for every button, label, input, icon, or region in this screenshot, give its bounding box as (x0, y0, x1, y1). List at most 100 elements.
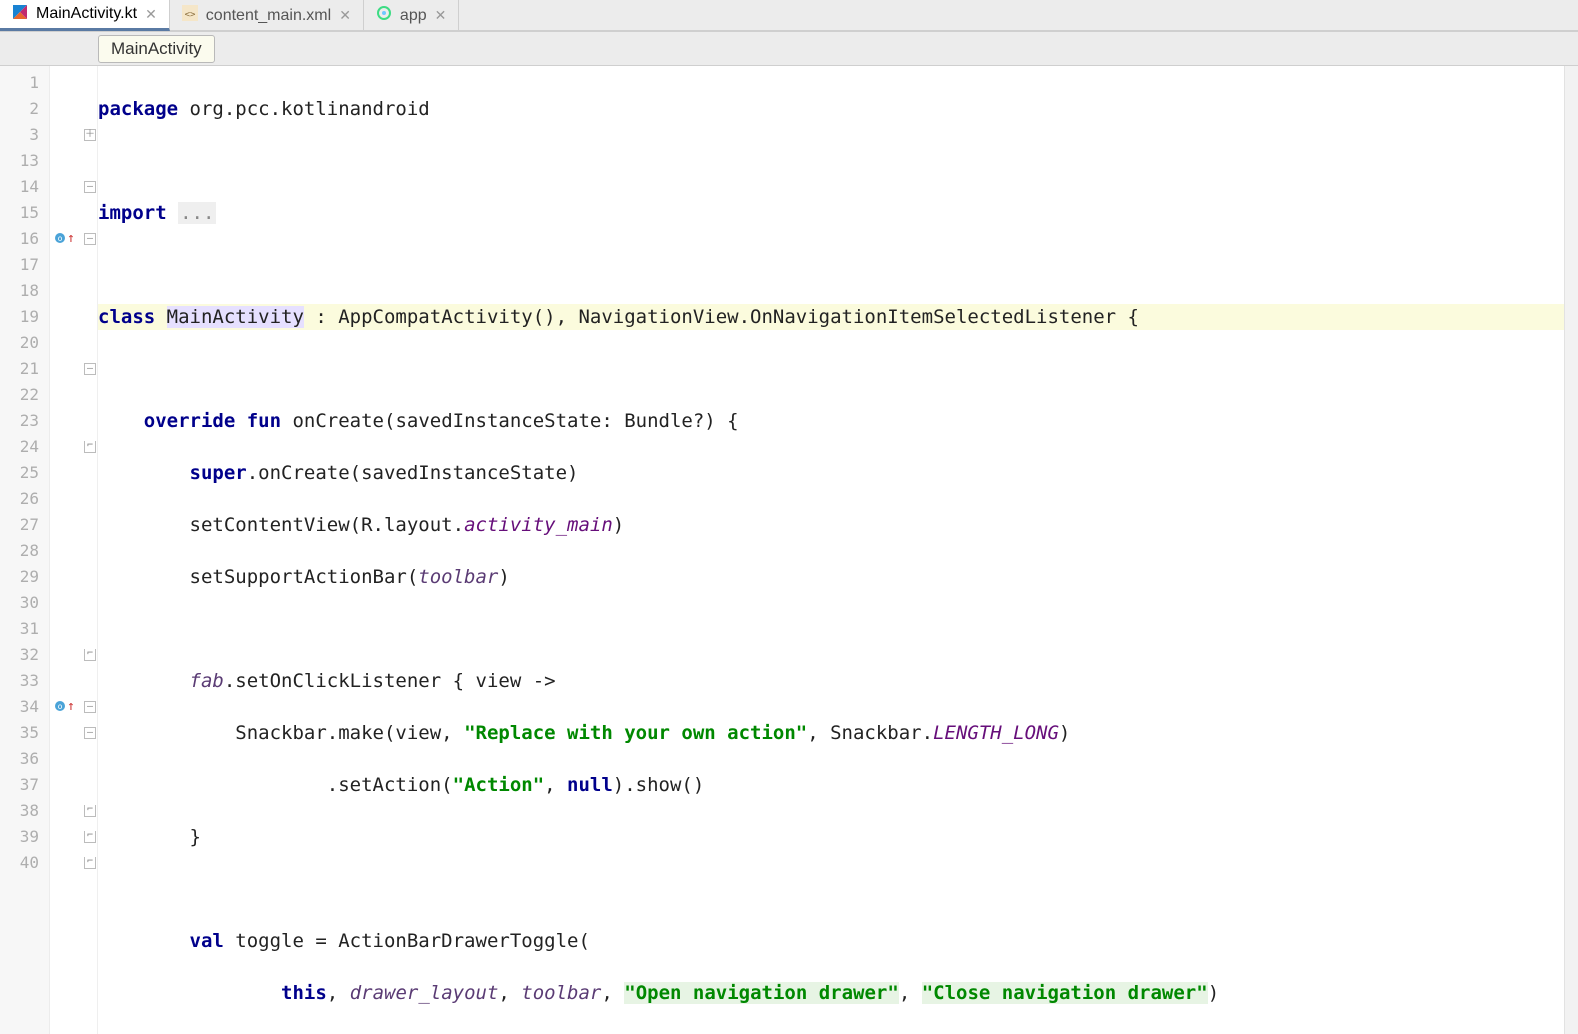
string-literal: "Close navigation drawer" (922, 982, 1208, 1004)
call: Snackbar.make(view, (235, 722, 464, 744)
keyword-class: class (98, 306, 167, 328)
line-number: 31 (0, 616, 39, 642)
fold-end-icon[interactable]: ⌐ (50, 850, 98, 876)
line-number: 14 (0, 174, 39, 200)
line-number: 20 (0, 330, 39, 356)
close-icon[interactable]: ✕ (339, 7, 351, 24)
fold-collapse-icon[interactable]: – (50, 174, 98, 200)
icon-gutter: ＋ – o ↑ – – ⌐ ⌐ o ↑ – – ⌐ ⌐ ⌐ (50, 66, 98, 1034)
brace: } (190, 826, 201, 848)
package-path: org.pcc.kotlinandroid (178, 98, 430, 120)
fold-end-icon[interactable]: ⌐ (50, 642, 98, 668)
keyword-super: super (190, 462, 247, 484)
tab-label: MainActivity.kt (36, 5, 137, 23)
call: .setAction( (327, 774, 453, 796)
editor-tabbar: MainActivity.kt ✕ <> content_main.xml ✕ … (0, 0, 1578, 32)
string-literal: "Replace with your own action" (464, 722, 807, 744)
line-number: 25 (0, 460, 39, 486)
android-module-icon (376, 5, 392, 26)
kotlin-file-icon (12, 4, 28, 25)
line-number: 22 (0, 382, 39, 408)
line-number: 37 (0, 772, 39, 798)
synthetic-view: drawer_layout (350, 982, 499, 1004)
line-number: 19 (0, 304, 39, 330)
function-signature: (savedInstanceState: Bundle?) { (384, 410, 739, 432)
line-number: 3 (0, 122, 39, 148)
line-number: 35 (0, 720, 39, 746)
breadcrumb-bar: MainActivity (0, 32, 1578, 66)
xml-file-icon: <> (182, 5, 198, 26)
function-name: onCreate (292, 410, 384, 432)
string-literal: "Action" (453, 774, 545, 796)
line-number: 13 (0, 148, 39, 174)
line-number: 36 (0, 746, 39, 772)
code-canvas[interactable]: package org.pcc.kotlinandroid import ...… (98, 66, 1564, 1034)
tab-app[interactable]: app ✕ (364, 0, 459, 31)
tab-main-activity-kt[interactable]: MainActivity.kt ✕ (0, 0, 170, 31)
line-number: 39 (0, 824, 39, 850)
tab-label: app (400, 7, 427, 25)
line-number: 33 (0, 668, 39, 694)
line-number: 26 (0, 486, 39, 512)
line-number: 16 (0, 226, 39, 252)
folded-imports[interactable]: ... (178, 202, 216, 224)
line-number: 34 (0, 694, 39, 720)
line-number: 2 (0, 96, 39, 122)
keyword-package: package (98, 98, 178, 120)
call: .setOnClickListener { view -> (224, 670, 556, 692)
line-number: 1 (0, 70, 39, 96)
keyword-null: null (567, 774, 613, 796)
class-name: MainActivity (167, 306, 304, 328)
line-number: 29 (0, 564, 39, 590)
call: setSupportActionBar( (190, 566, 419, 588)
string-literal: "Open navigation drawer" (624, 982, 899, 1004)
svg-text:o: o (58, 234, 63, 243)
synthetic-view: toolbar (521, 982, 601, 1004)
override-marker-icon[interactable]: o ↑ – (50, 226, 98, 252)
fold-end-icon[interactable]: ⌐ (50, 824, 98, 850)
keyword-this: this (281, 982, 327, 1004)
class-signature: : AppCompatActivity(), NavigationView.On… (304, 306, 1139, 328)
close-icon[interactable]: ✕ (435, 7, 447, 24)
keyword-override: override (144, 410, 236, 432)
ide-editor-root: MainActivity.kt ✕ <> content_main.xml ✕ … (0, 0, 1578, 1034)
fold-end-icon[interactable]: ⌐ (50, 434, 98, 460)
line-number: 38 (0, 798, 39, 824)
tab-content-main-xml[interactable]: <> content_main.xml ✕ (170, 0, 364, 31)
tab-label: content_main.xml (206, 7, 331, 25)
svg-text:<>: <> (184, 10, 195, 20)
up-arrow-icon: ↑ (67, 226, 75, 252)
line-number: 32 (0, 642, 39, 668)
line-number-gutter: 1 2 3 13 14 15 16 17 18 19 20 21 22 23 2… (0, 66, 50, 1034)
line-number: 18 (0, 278, 39, 304)
keyword-fun: fun (235, 410, 292, 432)
keyword-val: val (190, 930, 236, 952)
call: .onCreate(savedInstanceState) (247, 462, 579, 484)
call: toggle = ActionBarDrawerToggle( (235, 930, 590, 952)
fold-expand-icon[interactable]: ＋ (50, 122, 98, 148)
resource-ref: activity_main (464, 514, 613, 536)
override-marker-icon[interactable]: o ↑ – (50, 694, 98, 720)
close-icon[interactable]: ✕ (145, 6, 157, 23)
line-number: 27 (0, 512, 39, 538)
svg-text:o: o (58, 702, 63, 711)
up-arrow-icon: ↑ (67, 694, 75, 720)
line-number: 24 (0, 434, 39, 460)
fold-collapse-icon[interactable]: – (50, 720, 98, 746)
breadcrumb[interactable]: MainActivity (98, 35, 215, 63)
fold-collapse-icon[interactable]: – (50, 356, 98, 382)
line-number: 30 (0, 590, 39, 616)
line-number: 28 (0, 538, 39, 564)
line-number: 23 (0, 408, 39, 434)
keyword-import: import (98, 202, 178, 224)
line-number: 40 (0, 850, 39, 876)
synthetic-view: toolbar (418, 566, 498, 588)
fold-end-icon[interactable]: ⌐ (50, 798, 98, 824)
call: setContentView(R.layout. (190, 514, 465, 536)
constant: LENGTH_LONG (933, 722, 1059, 744)
synthetic-view: fab (190, 670, 224, 692)
editor-scrollbar[interactable] (1564, 66, 1578, 1034)
line-number: 17 (0, 252, 39, 278)
line-number: 15 (0, 200, 39, 226)
code-editor[interactable]: 1 2 3 13 14 15 16 17 18 19 20 21 22 23 2… (0, 66, 1578, 1034)
